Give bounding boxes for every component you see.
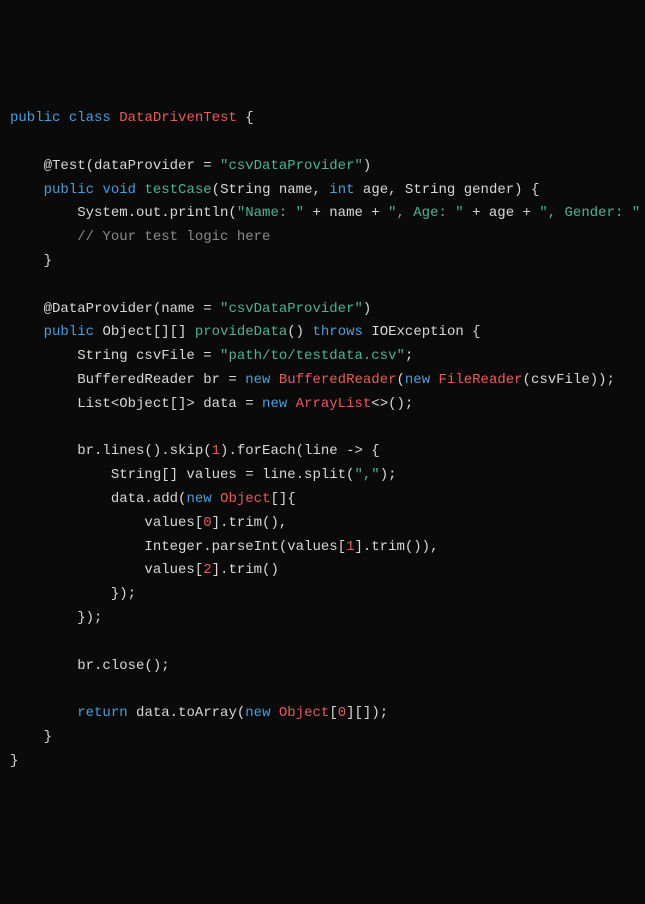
stmt: values[ (10, 515, 203, 531)
kw-public: public (44, 324, 94, 340)
expr: (csvFile)); (523, 372, 615, 388)
stmt: br.close(); (10, 658, 170, 674)
annotation-dataprovider: @DataProvider (44, 301, 153, 317)
brace: } (10, 753, 18, 769)
expr: <>(); (371, 396, 413, 412)
expr: + name + (304, 205, 388, 221)
str: ", Gender: " (539, 205, 640, 221)
decl: List<Object[]> data = (10, 396, 262, 412)
brace: { (237, 110, 254, 126)
kw-throws: throws (313, 324, 363, 340)
kw-new: new (262, 396, 287, 412)
brace: }); (10, 586, 136, 602)
paren: ) (363, 301, 371, 317)
decl: BufferedReader br = (10, 372, 245, 388)
stmt: ][]); (346, 705, 388, 721)
cls: FileReader (439, 372, 523, 388)
stmt: System.out.println( (10, 205, 237, 221)
stmt: [ (329, 705, 337, 721)
semi: ; (405, 348, 413, 364)
stmt: ].trim() (212, 562, 279, 578)
decl: String csvFile = (10, 348, 220, 364)
cls: ArrayList (296, 396, 372, 412)
expr: ( (397, 372, 405, 388)
kw-int: int (329, 182, 354, 198)
method-name: testCase (144, 182, 211, 198)
kw-new: new (245, 372, 270, 388)
method-name: provideData (195, 324, 287, 340)
expr: + age + (464, 205, 540, 221)
kw-public: public (10, 110, 60, 126)
brace: } (10, 729, 52, 745)
num: 1 (212, 443, 220, 459)
stmt: values[ (10, 562, 203, 578)
expr: + gender); (640, 205, 645, 221)
kw-class: class (69, 110, 111, 126)
num: 0 (338, 705, 346, 721)
kw-new: new (245, 705, 270, 721)
stmt: ); (380, 467, 397, 483)
stmt: br.lines().skip( (10, 443, 212, 459)
cls: BufferedReader (279, 372, 397, 388)
ann-args: (dataProvider = (86, 158, 220, 174)
args: () (287, 324, 312, 340)
comment: // Your test logic here (77, 229, 270, 245)
str: "csvDataProvider" (220, 301, 363, 317)
kw-new: new (186, 491, 211, 507)
ann-args: (name = (153, 301, 220, 317)
kw-public: public (44, 182, 94, 198)
stmt: data.add( (10, 491, 186, 507)
num: 2 (203, 562, 211, 578)
stmt: String[] values = line.split( (10, 467, 354, 483)
brace: } (10, 253, 52, 269)
str: "csvDataProvider" (220, 158, 363, 174)
cls: Object (279, 705, 329, 721)
kw-void: void (102, 182, 136, 198)
code-block: public class DataDrivenTest { @Test(data… (10, 107, 635, 773)
kw-new: new (405, 372, 430, 388)
kw-return: return (77, 705, 127, 721)
stmt: ].trim()), (354, 539, 438, 555)
paren: ) (363, 158, 371, 174)
exc-type: IOException (371, 324, 463, 340)
cls: Object (220, 491, 270, 507)
annotation-test: @Test (44, 158, 86, 174)
stmt: data.toArray( (128, 705, 246, 721)
brace: }); (10, 610, 102, 626)
str: "Name: " (237, 205, 304, 221)
ret-type: Object[][] (102, 324, 186, 340)
str: "path/to/testdata.csv" (220, 348, 405, 364)
num: 0 (203, 515, 211, 531)
stmt: []{ (270, 491, 295, 507)
stmt (10, 705, 77, 721)
args: (String name, (212, 182, 330, 198)
str: "," (354, 467, 379, 483)
args: age, String gender) { (355, 182, 540, 198)
stmt: Integer.parseInt(values[ (10, 539, 346, 555)
brace: { (464, 324, 481, 340)
stmt: ).forEach(line -> { (220, 443, 380, 459)
str: ", Age: " (388, 205, 464, 221)
class-name: DataDrivenTest (119, 110, 237, 126)
stmt: ].trim(), (212, 515, 288, 531)
